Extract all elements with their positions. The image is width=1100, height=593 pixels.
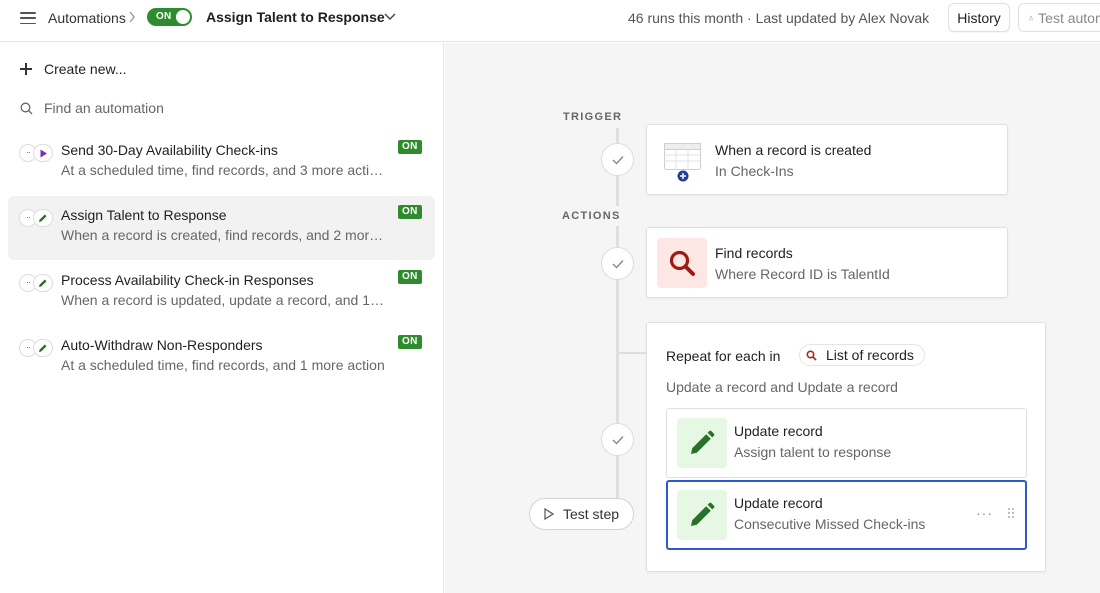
list-of-records-label: List of records bbox=[826, 347, 914, 363]
find-records-subtitle: Where Record ID is TalentId bbox=[715, 266, 890, 282]
pencil-icon bbox=[33, 339, 53, 357]
automation-item-desc: When a record is created, find records, … bbox=[61, 227, 386, 243]
update-record-title: Update record bbox=[734, 423, 823, 439]
connector-line bbox=[616, 456, 619, 498]
connector-line bbox=[616, 176, 619, 206]
automation-item-desc: When a record is updated, update a recor… bbox=[61, 292, 386, 308]
breadcrumb-automations[interactable]: Automations bbox=[48, 10, 126, 26]
table-icon bbox=[664, 143, 701, 182]
test-step-button[interactable]: Test step bbox=[529, 498, 634, 530]
runs-info: 46 runs this month · Last updated by Ale… bbox=[628, 10, 930, 26]
repeat-summary: Update a record and Update a record bbox=[666, 379, 898, 395]
search-icon bbox=[806, 349, 817, 361]
menu-icon[interactable] bbox=[20, 11, 36, 25]
history-button[interactable]: History bbox=[948, 3, 1010, 32]
update-record-step-1[interactable]: Update record Assign talent to response bbox=[666, 408, 1027, 478]
automation-item-icons: ·· bbox=[19, 274, 53, 292]
status-badge: ON bbox=[398, 270, 422, 284]
automation-item-icons: ·· bbox=[19, 209, 53, 227]
test-automation-button[interactable]: Test automation bbox=[1018, 3, 1100, 32]
chevron-down-icon[interactable] bbox=[384, 12, 396, 22]
automation-item-name: Assign Talent to Response bbox=[61, 207, 227, 223]
automation-item-name: Send 30-Day Availability Check-ins bbox=[61, 142, 278, 158]
find-records-title: Find records bbox=[715, 245, 793, 261]
trigger-card[interactable]: When a record is created In Check-Ins bbox=[646, 124, 1008, 195]
play-icon bbox=[33, 144, 53, 162]
pencil-icon bbox=[33, 209, 53, 227]
create-new-label: Create new... bbox=[44, 61, 127, 77]
search-input[interactable] bbox=[44, 100, 404, 116]
trigger-section-label: TRIGGER bbox=[563, 111, 623, 123]
automation-title[interactable]: Assign Talent to Response bbox=[206, 9, 385, 25]
more-options-icon[interactable]: ··· bbox=[976, 505, 993, 521]
update-record-subtitle: Assign talent to response bbox=[734, 444, 892, 460]
automation-sidebar: Create new... ·· Send 30-Day Availabilit… bbox=[0, 43, 444, 593]
search-icon bbox=[657, 238, 707, 288]
plus-icon bbox=[20, 63, 32, 75]
automation-item-name: Process Availability Check-in Responses bbox=[61, 272, 314, 288]
check-icon bbox=[612, 259, 624, 269]
check-icon bbox=[612, 435, 624, 445]
test-automation-label: Test automation bbox=[1038, 9, 1100, 26]
test-step-label: Test step bbox=[562, 506, 620, 522]
automation-item-name: Auto-Withdraw Non-Responders bbox=[61, 337, 263, 353]
create-new-button[interactable]: Create new... bbox=[20, 61, 127, 77]
step-status-check bbox=[601, 423, 634, 456]
automation-item-send-checkins[interactable]: ·· Send 30-Day Availability Check-ins At… bbox=[8, 131, 435, 195]
find-records-card[interactable]: Find records Where Record ID is TalentId bbox=[646, 227, 1008, 298]
check-icon bbox=[612, 155, 624, 165]
pencil-icon bbox=[677, 490, 727, 540]
search-bar bbox=[20, 98, 420, 118]
flask-icon bbox=[1029, 15, 1033, 20]
automation-item-assign-talent[interactable]: ·· Assign Talent to Response When a reco… bbox=[8, 196, 435, 260]
list-of-records-pill[interactable]: List of records bbox=[799, 344, 925, 366]
trigger-title: When a record is created bbox=[715, 142, 872, 158]
repeat-title: Repeat for each in bbox=[666, 348, 781, 364]
trigger-subtitle: In Check-Ins bbox=[715, 163, 794, 179]
top-bar: Automations ON Assign Talent to Response… bbox=[0, 0, 1100, 42]
update-record-subtitle: Consecutive Missed Check-ins bbox=[734, 516, 926, 532]
chevron-right-icon bbox=[129, 11, 135, 23]
update-record-step-2[interactable]: Update record Consecutive Missed Check-i… bbox=[666, 480, 1027, 550]
actions-section-label: ACTIONS bbox=[562, 210, 621, 222]
automation-item-desc: At a scheduled time, find records, and 1… bbox=[61, 357, 385, 373]
automation-item-icons: ·· bbox=[19, 144, 53, 162]
status-badge: ON bbox=[398, 205, 422, 219]
connector-line bbox=[616, 279, 619, 423]
drag-handle-icon[interactable] bbox=[1007, 507, 1015, 519]
status-badge: ON bbox=[398, 140, 422, 154]
automation-item-process-responses[interactable]: ·· Process Availability Check-in Respons… bbox=[8, 261, 435, 325]
automation-item-desc: At a scheduled time, find records, and 3… bbox=[61, 162, 386, 178]
play-outline-icon bbox=[544, 508, 554, 520]
pencil-icon bbox=[677, 418, 727, 468]
toggle-knob bbox=[176, 10, 190, 24]
step-status-check bbox=[601, 143, 634, 176]
pencil-icon bbox=[33, 274, 53, 292]
toggle-label: ON bbox=[156, 11, 172, 22]
automation-item-icons: ·· bbox=[19, 339, 53, 357]
repeat-connector bbox=[618, 352, 647, 354]
update-record-title: Update record bbox=[734, 495, 823, 511]
step-status-check bbox=[601, 247, 634, 280]
search-icon bbox=[20, 102, 33, 114]
status-badge: ON bbox=[398, 335, 422, 349]
automation-item-auto-withdraw[interactable]: ·· Auto-Withdraw Non-Responders At a sch… bbox=[8, 326, 435, 390]
automation-on-toggle[interactable]: ON bbox=[147, 8, 192, 26]
